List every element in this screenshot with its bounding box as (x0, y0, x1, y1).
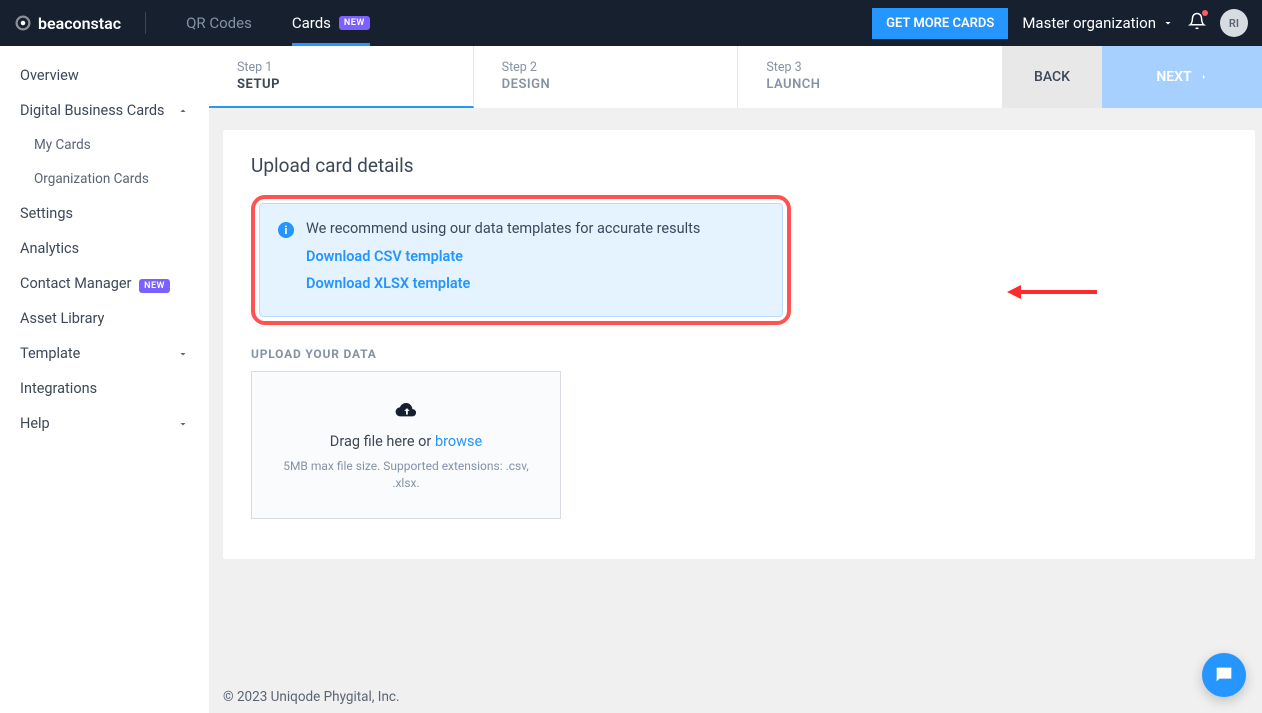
new-badge: NEW (339, 16, 370, 30)
footer-text: © 2023 Uniqode Phygital, Inc. (223, 689, 400, 705)
sidebar-item-analytics[interactable]: Analytics (0, 231, 209, 266)
sidebar-item-settings[interactable]: Settings (0, 196, 209, 231)
stepper: Step 1 SETUP Step 2 DESIGN Step 3 LAUNCH… (209, 46, 1262, 108)
step-launch[interactable]: Step 3 LAUNCH (738, 46, 1002, 108)
sidebar-item-overview[interactable]: Overview (0, 58, 209, 93)
nav-tabs: QR Codes Cards NEW (166, 0, 390, 46)
back-button[interactable]: BACK (1002, 46, 1102, 108)
org-dropdown[interactable]: Master organization (1022, 14, 1174, 32)
chevron-down-icon (177, 418, 189, 430)
step-setup[interactable]: Step 1 SETUP (209, 46, 474, 108)
tab-cards[interactable]: Cards NEW (272, 0, 390, 46)
page-title: Upload card details (251, 154, 1227, 177)
upload-label: UPLOAD YOUR DATA (251, 347, 1227, 361)
sidebar-item-org-cards[interactable]: Organization Cards (0, 162, 209, 196)
logo-text: beaconstac (38, 14, 121, 33)
dropzone-hint: 5MB max file size. Supported extensions:… (272, 458, 540, 492)
dropzone-text: Drag file here or browse (330, 433, 482, 450)
info-text: We recommend using our data templates fo… (306, 220, 700, 237)
chevron-down-icon (177, 348, 189, 360)
chevron-up-icon (177, 105, 189, 117)
download-csv-link[interactable]: Download CSV template (306, 248, 764, 265)
logo[interactable]: beaconstac (14, 14, 121, 33)
sidebar-item-help[interactable]: Help (0, 406, 209, 441)
sidebar-item-asset-lib[interactable]: Asset Library (0, 301, 209, 336)
sidebar-item-my-cards[interactable]: My Cards (0, 128, 209, 162)
notif-dot (1202, 10, 1208, 16)
sidebar-item-contact-mgr[interactable]: Contact Manager NEW (0, 266, 209, 301)
main: Step 1 SETUP Step 2 DESIGN Step 3 LAUNCH… (209, 46, 1262, 713)
get-more-cards-button[interactable]: GET MORE CARDS (872, 8, 1008, 39)
header-right: GET MORE CARDS Master organization RI (872, 8, 1262, 39)
sidebar-item-dbc[interactable]: Digital Business Cards (0, 93, 209, 128)
top-nav: beaconstac QR Codes Cards NEW GET MORE C… (0, 0, 1262, 46)
sidebar-item-integrations[interactable]: Integrations (0, 371, 209, 406)
chat-button[interactable] (1202, 653, 1246, 697)
tab-qr-codes[interactable]: QR Codes (166, 0, 272, 46)
step-design[interactable]: Step 2 DESIGN (474, 46, 739, 108)
avatar[interactable]: RI (1220, 9, 1248, 37)
new-badge: NEW (139, 279, 170, 293)
content-panel: Upload card details i We recommend using… (223, 130, 1255, 559)
upload-dropzone[interactable]: Drag file here or browse 5MB max file si… (251, 371, 561, 519)
download-xlsx-link[interactable]: Download XLSX template (306, 275, 764, 292)
sidebar-item-template[interactable]: Template (0, 336, 209, 371)
cloud-upload-icon (392, 399, 420, 421)
info-box: i We recommend using our data templates … (259, 203, 783, 317)
browse-link[interactable]: browse (435, 433, 482, 450)
sidebar: Overview Digital Business Cards My Cards… (0, 46, 209, 713)
divider (145, 12, 146, 34)
info-icon: i (278, 222, 294, 238)
logo-icon (14, 14, 32, 32)
next-button[interactable]: NEXT (1102, 46, 1262, 108)
chevron-down-icon (1162, 17, 1174, 29)
info-highlight: i We recommend using our data templates … (251, 195, 791, 325)
notifications-button[interactable] (1188, 12, 1206, 34)
chat-icon (1213, 664, 1235, 686)
chevron-right-icon (1200, 71, 1208, 83)
